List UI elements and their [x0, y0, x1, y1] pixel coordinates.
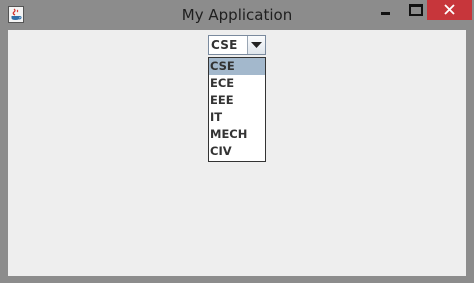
dropdown-option-mech[interactable]: MECH	[209, 126, 265, 143]
dropdown-option-eee[interactable]: EEE	[209, 92, 265, 109]
dropdown-option-civ[interactable]: CIV	[209, 143, 265, 160]
dropdown-option-ece[interactable]: ECE	[209, 75, 265, 92]
combobox-arrow-button[interactable]	[247, 36, 265, 54]
close-button[interactable]	[427, 0, 472, 20]
department-combobox[interactable]: CSE	[208, 35, 266, 55]
title-bar[interactable]: My Application	[0, 0, 474, 30]
application-window: My Application CSE CSE ECE EEE IT MECH C…	[0, 0, 474, 283]
close-icon	[444, 4, 455, 15]
minimize-icon	[381, 12, 390, 15]
dropdown-option-cse[interactable]: CSE	[209, 58, 265, 75]
chevron-down-icon	[251, 42, 262, 48]
dropdown-list: CSE ECE EEE IT MECH CIV	[208, 57, 266, 162]
minimize-button[interactable]	[372, 0, 400, 20]
maximize-icon	[409, 4, 423, 16]
maximize-button[interactable]	[401, 0, 427, 20]
content-panel: CSE CSE ECE EEE IT MECH CIV	[8, 30, 466, 276]
combobox-selected-value: CSE	[211, 38, 238, 52]
dropdown-option-it[interactable]: IT	[209, 109, 265, 126]
